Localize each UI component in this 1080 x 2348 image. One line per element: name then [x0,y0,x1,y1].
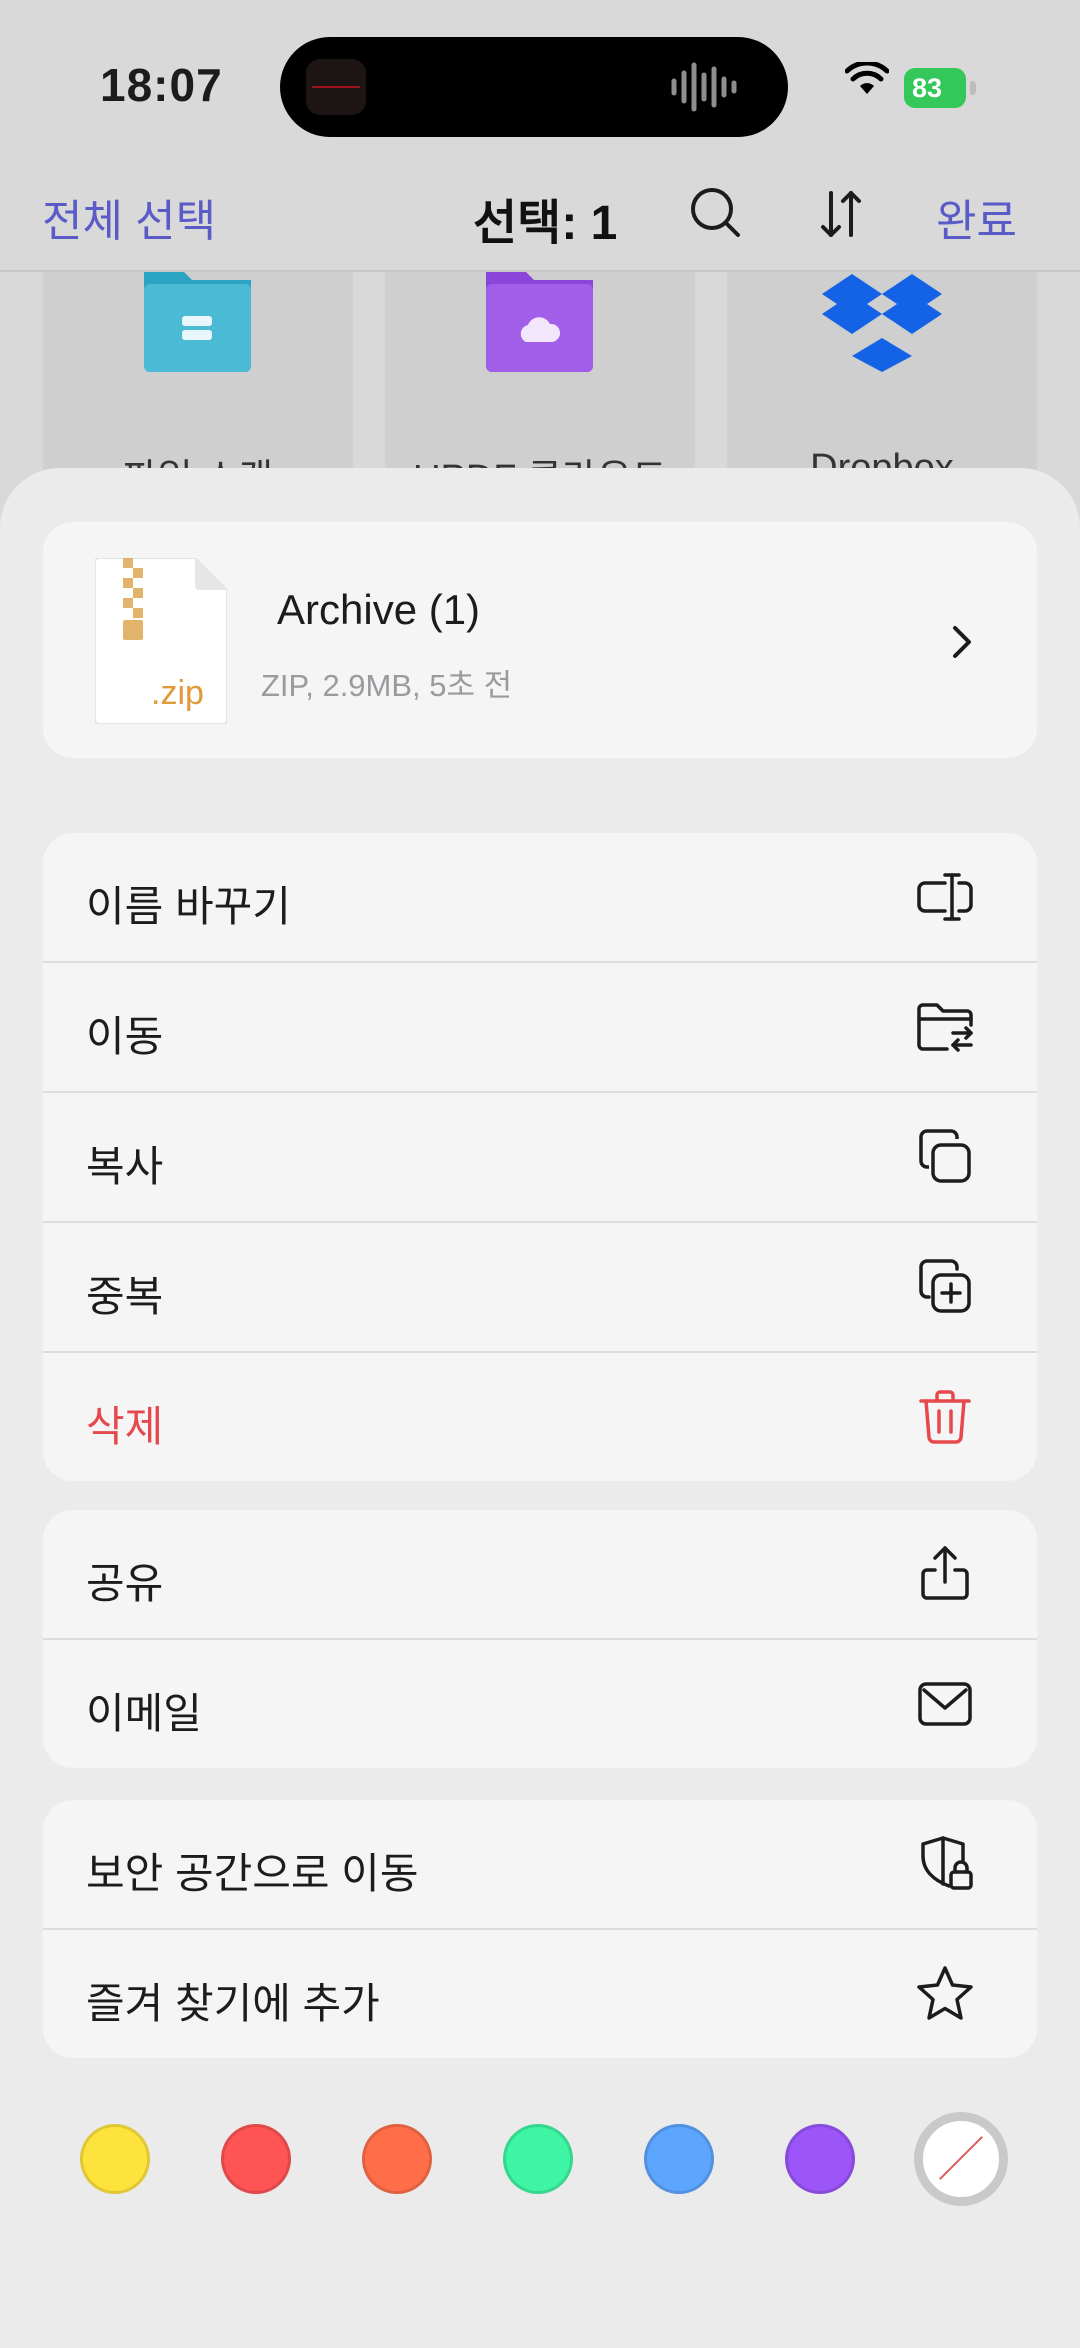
scan-folder-icon [144,272,251,372]
menu-item-label: 즐겨 찾기에 추가 [86,1980,380,2027]
folder-move-icon [917,1003,973,1052]
copy-icon [919,1129,971,1183]
color-tag-picker [0,2112,1080,2232]
color-tag-green[interactable] [503,2124,573,2194]
cloud-folder-icon [486,272,593,372]
menu-item-label: 이름 바꾸기 [86,883,291,930]
color-tag-purple[interactable] [785,2124,855,2194]
menu-item-label: 이메일 [86,1690,202,1737]
menu-item-label: 보안 공간으로 이동 [86,1850,419,1897]
color-tag-blue[interactable] [644,2124,714,2194]
wifi-icon [845,62,889,94]
menu-item-duplicate[interactable]: 중복 [43,1221,1037,1351]
zip-extension-text: .zip [151,674,204,712]
secure-space-icon [921,1836,973,1890]
file-actions-group: 이름 바꾸기 이동 복사 중복 삭제 [43,833,1037,1481]
action-sheet: .zip Archive (1) ZIP, 2.9MB, 5초 전 이름 바꾸기… [0,468,1080,2348]
status-time: 18:07 [100,59,223,111]
menu-item-label: 공유 [86,1560,164,1607]
chevron-right-icon[interactable] [947,622,977,662]
now-playing-thumbnail [306,59,366,115]
tile-updf-cloud[interactable]: UPDF 클라우드 [385,272,695,500]
file-name: Archive (1) [277,586,481,633]
battery-indicator: 83 [904,68,978,108]
top-navigation: 전체 선택 선택: 1 완료 [0,175,1080,272]
sort-icon[interactable] [815,183,867,243]
dynamic-island [280,37,788,137]
file-meta: ZIP, 2.9MB, 5초 전 [261,668,513,703]
color-tag-orange[interactable] [362,2124,432,2194]
menu-item-copy[interactable]: 복사 [43,1091,1037,1221]
selection-count: 선택: 1 [473,197,618,250]
share-icon [921,1546,969,1600]
menu-item-label: 이동 [86,1013,164,1060]
zip-file-icon: .zip [95,558,227,724]
menu-item-rename[interactable]: 이름 바꾸기 [43,833,1037,961]
menu-item-move[interactable]: 이동 [43,961,1037,1091]
file-grid: 파일 스캔 UPDF 클라우드 Dropbox [0,272,1080,500]
rename-icon [917,873,973,921]
menu-item-label: 중복 [86,1273,164,1320]
color-tag-red[interactable] [221,2124,291,2194]
done-button[interactable]: 완료 [936,185,1017,249]
menu-item-add-favorite[interactable]: 즐겨 찾기에 추가 [43,1928,1037,2058]
menu-item-share[interactable]: 공유 [43,1510,1037,1638]
menu-item-email[interactable]: 이메일 [43,1638,1037,1768]
star-icon [917,1966,973,2020]
battery-level: 83 [904,68,966,108]
no-color-button[interactable] [914,2112,1008,2206]
search-icon[interactable] [688,183,744,243]
tile-file-scan[interactable]: 파일 스캔 [43,272,353,500]
file-info-card[interactable]: .zip Archive (1) ZIP, 2.9MB, 5초 전 [43,522,1037,758]
status-bar: 18:07 83 [0,0,1080,175]
mail-icon [918,1682,972,1726]
select-all-button[interactable]: 전체 선택 [42,185,216,249]
share-actions-group: 공유 이메일 [43,1510,1037,1768]
organize-actions-group: 보안 공간으로 이동 즐겨 찾기에 추가 [43,1800,1037,2058]
battery-cap [970,81,976,95]
dropbox-icon [822,274,942,372]
audio-wave-icon [671,62,737,112]
menu-item-label: 삭제 [86,1403,164,1450]
menu-item-delete[interactable]: 삭제 [43,1351,1037,1481]
duplicate-icon [919,1259,971,1313]
color-tag-yellow[interactable] [80,2124,150,2194]
tile-dropbox[interactable]: Dropbox [727,272,1037,489]
menu-item-label: 복사 [86,1143,164,1190]
no-color-slash-icon [939,2136,983,2180]
menu-item-secure-space[interactable]: 보안 공간으로 이동 [43,1800,1037,1928]
trash-icon [919,1390,971,1444]
